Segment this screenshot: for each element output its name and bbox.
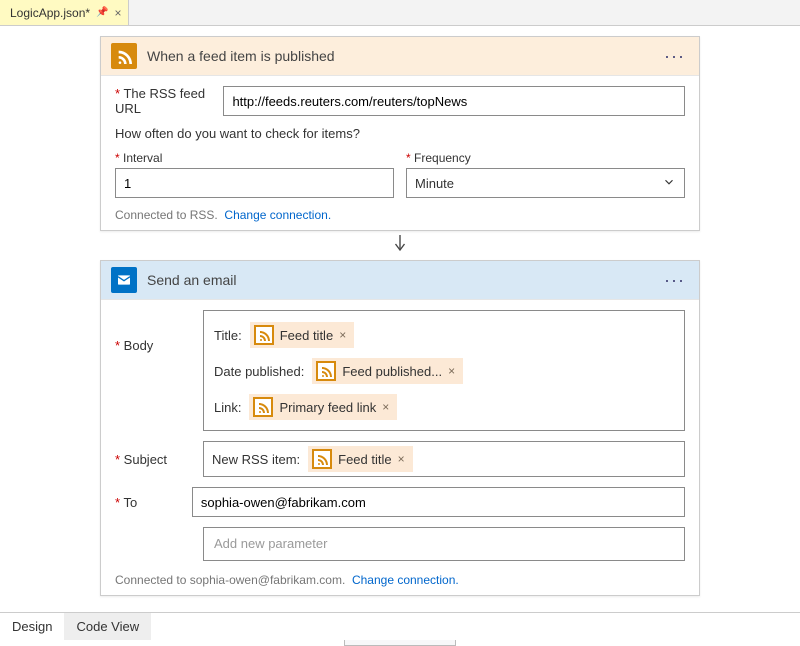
email-header[interactable]: Send an email ··· <box>101 261 699 300</box>
subject-input[interactable]: New RSS item: Feed title × <box>203 441 685 477</box>
email-connected-text: Connected to sophia-owen@fabrikam.com. <box>115 573 345 587</box>
subject-prefix: New RSS item: <box>212 452 300 467</box>
token-subject-feed-title[interactable]: Feed title × <box>308 446 413 472</box>
frequency-select[interactable]: Minute <box>406 168 685 198</box>
tab-code-view[interactable]: Code View <box>64 613 151 640</box>
email-menu-icon[interactable]: ··· <box>660 270 689 291</box>
body-input[interactable]: Title: Feed title × Date published: Feed… <box>203 310 685 431</box>
interval-label: Interval <box>115 151 394 165</box>
to-label: To <box>115 495 184 510</box>
chevron-down-icon <box>662 175 676 192</box>
trigger-header[interactable]: When a feed item is published ··· <box>101 37 699 76</box>
interval-input[interactable] <box>115 168 394 198</box>
tab-design[interactable]: Design <box>0 613 64 640</box>
rss-token-icon <box>312 449 332 469</box>
token-primary-link[interactable]: Primary feed link × <box>249 394 397 420</box>
connector-arrow-icon <box>0 231 800 260</box>
trigger-change-connection-link[interactable]: Change connection. <box>224 208 331 222</box>
rss-url-input[interactable] <box>223 86 685 116</box>
designer-canvas: When a feed item is published ··· The RS… <box>0 26 800 640</box>
close-tab-icon[interactable]: × <box>115 6 122 20</box>
trigger-menu-icon[interactable]: ··· <box>660 46 689 67</box>
bottom-tabs: Design Code View <box>0 612 800 640</box>
subject-label: Subject <box>115 452 195 467</box>
file-tab-label: LogicApp.json* <box>10 6 90 20</box>
rss-token-icon <box>316 361 336 381</box>
body-label: Body <box>115 310 195 353</box>
frequency-label: Frequency <box>406 151 685 165</box>
trigger-connected-text: Connected to RSS. <box>115 208 218 222</box>
to-input[interactable] <box>192 487 685 517</box>
trigger-title: When a feed item is published <box>147 48 650 64</box>
rss-icon <box>111 43 137 69</box>
frequency-value: Minute <box>415 176 454 191</box>
how-often-label: How often do you want to check for items… <box>115 126 685 141</box>
email-card: Send an email ··· Body Title: Feed title… <box>100 260 700 596</box>
token-feed-published[interactable]: Feed published... × <box>312 358 463 384</box>
rss-token-icon <box>253 397 273 417</box>
outlook-icon <box>111 267 137 293</box>
token-remove-icon[interactable]: × <box>339 328 346 342</box>
tab-bar: LogicApp.json* 📌 × <box>0 0 800 26</box>
token-remove-icon[interactable]: × <box>398 452 405 466</box>
token-feed-title[interactable]: Feed title × <box>250 322 355 348</box>
email-change-connection-link[interactable]: Change connection. <box>352 573 459 587</box>
email-title: Send an email <box>147 272 650 288</box>
pin-icon[interactable]: 📌 <box>96 7 108 18</box>
body-title-label: Title: <box>214 328 242 343</box>
body-link-label: Link: <box>214 400 241 415</box>
rss-token-icon <box>254 325 274 345</box>
add-parameter-select[interactable]: Add new parameter <box>203 527 685 561</box>
token-remove-icon[interactable]: × <box>382 400 389 414</box>
trigger-card: When a feed item is published ··· The RS… <box>100 36 700 231</box>
token-remove-icon[interactable]: × <box>448 364 455 378</box>
body-date-label: Date published: <box>214 364 304 379</box>
file-tab[interactable]: LogicApp.json* 📌 × <box>0 0 129 25</box>
rss-url-label: The RSS feed URL <box>115 86 215 116</box>
